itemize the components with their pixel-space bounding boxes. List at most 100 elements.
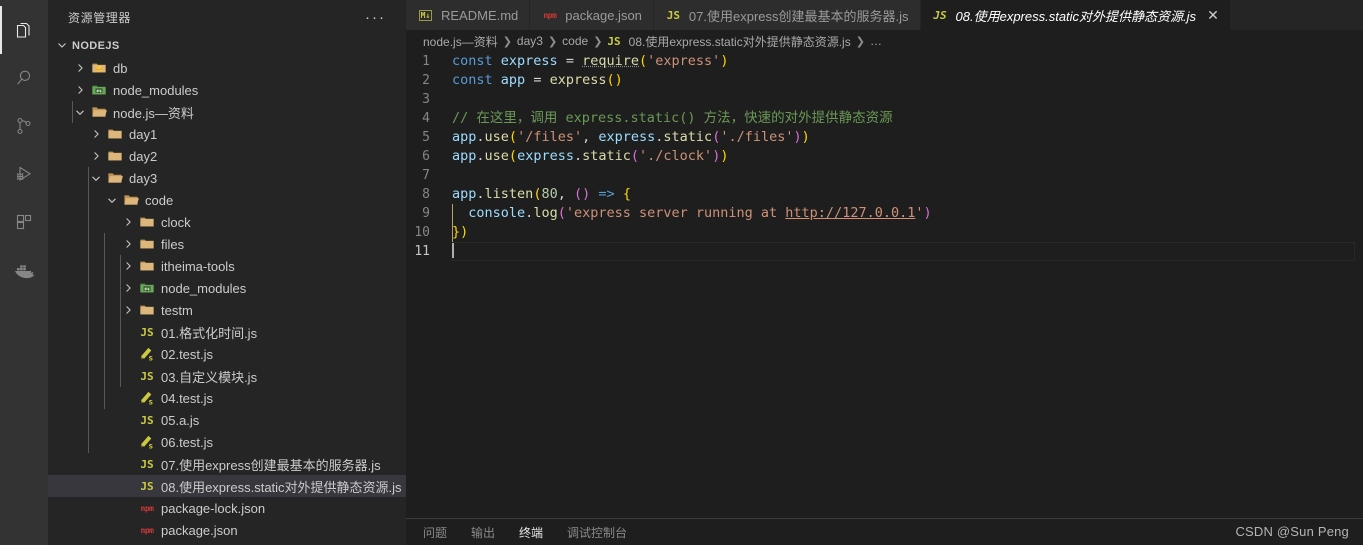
tree-file-row[interactable]: JS 08.使用express.static对外提供静态资源.js [48, 475, 406, 497]
folder-section-nodejs[interactable]: NODEJS [48, 35, 406, 57]
panel-tab-inactive[interactable]: 输出 [471, 524, 495, 541]
code-line[interactable]: 10}) [406, 223, 1363, 242]
tree-folder-row[interactable]: ppt [48, 541, 406, 545]
tree-file-row[interactable]: npm package.json [48, 519, 406, 541]
tree-folder-row[interactable]: testm [48, 299, 406, 321]
activity-item-search[interactable] [0, 54, 48, 102]
js-file-icon: JS [136, 458, 158, 471]
chevron-down-icon[interactable] [104, 194, 120, 206]
line-number: 6 [422, 149, 430, 164]
code-line[interactable]: 9 console.log('express server running at… [406, 204, 1363, 223]
chevron-right-icon[interactable] [120, 216, 136, 228]
panel-tab-active[interactable]: 终端 [519, 524, 543, 541]
folder-icon [136, 302, 158, 318]
chevron-right-icon[interactable] [88, 150, 104, 162]
code-line[interactable]: 8 app.listen(80, () => { [406, 185, 1363, 204]
js-file-icon: JS [140, 457, 154, 471]
line-number: 7 [422, 168, 430, 183]
breadcrumb-item[interactable]: 08.使用express.static对外提供静态资源.js [629, 33, 851, 50]
tree-item-label: db [113, 60, 128, 76]
more-actions-icon[interactable]: ··· [365, 10, 398, 25]
code-line-text: app.listen(80, () => { [452, 186, 631, 202]
npm-file-icon: npm [541, 11, 558, 20]
chevron-right-icon[interactable] [72, 84, 88, 96]
chevron-right-icon[interactable] [120, 304, 136, 316]
close-icon[interactable]: ✕ [1207, 8, 1219, 22]
tree-folder-row[interactable]: files [48, 233, 406, 255]
tree-file-row[interactable]: JS 07.使用express创建最基本的服务器.js [48, 453, 406, 475]
chevron-right-icon[interactable] [72, 62, 88, 74]
tree-folder-row[interactable]: code [48, 189, 406, 211]
tree-file-row[interactable]: s 02.test.js [48, 343, 406, 365]
tree-file-row[interactable]: JS 01.格式化时间.js [48, 321, 406, 343]
chevron-right-icon[interactable] [120, 282, 136, 294]
code-line[interactable]: 2 const app = express() [406, 71, 1363, 90]
editor-tab[interactable]: JS 07.使用express创建最基本的服务器.js [653, 0, 921, 30]
tree-folder-row[interactable]: day2 [48, 145, 406, 167]
panel-tab-inactive[interactable]: 问题 [423, 524, 447, 541]
code-line[interactable]: 6 app.use(express.static('./clock')) [406, 147, 1363, 166]
breadcrumb-item[interactable]: code [562, 34, 588, 48]
docker-icon [11, 259, 37, 281]
editor-tab[interactable]: npm package.json [530, 0, 654, 30]
breadcrumb[interactable]: node.js—资料 ❯ day3 ❯ code ❯ JS 08.使用express.stat… [406, 30, 1363, 52]
tree-folder-row[interactable]: day1 [48, 123, 406, 145]
tree-item-label: node.js—资料 [113, 105, 194, 121]
text-cursor [452, 242, 454, 258]
npm-folder-icon [88, 82, 110, 98]
chevron-down-icon[interactable] [72, 106, 88, 118]
js-file-icon: JS [136, 370, 158, 383]
tree-item-label: day2 [129, 148, 158, 164]
tree-item-label: package.json [161, 522, 238, 538]
code-line[interactable]: 5 app.use('/files', express.static('./fil… [406, 128, 1363, 147]
tree-folder-row[interactable]: node_modules [48, 277, 406, 299]
breadcrumb-item[interactable]: … [870, 34, 882, 48]
code-line[interactable]: 7 [406, 166, 1363, 185]
npm-folder-icon [136, 280, 158, 296]
tree-file-row[interactable]: npm package-lock.json [48, 497, 406, 519]
tree-folder-row[interactable]: day3 [48, 167, 406, 189]
breadcrumb-item[interactable]: node.js—资料 [423, 33, 498, 50]
code-line[interactable]: 4 // 在这里，调用 express.static() 方法，快速的对外提供静态… [406, 109, 1363, 128]
breadcrumb-separator-icon: ❯ [502, 35, 512, 48]
code-line[interactable]: 3 [406, 90, 1363, 109]
file-tree[interactable]: db node_modules node.js—资料 day1 day2 day3 code… [48, 57, 406, 545]
chevron-right-icon[interactable] [120, 238, 136, 250]
code-line[interactable]: 1 const express = require('express') [406, 52, 1363, 71]
line-number: 1 [422, 54, 430, 69]
tree-folder-row[interactable]: node.js—资料 [48, 101, 406, 123]
tree-item-label: node_modules [161, 280, 247, 296]
chevron-down-icon[interactable] [88, 172, 104, 184]
activity-item-run-and-debug[interactable] [0, 150, 48, 198]
watermark: CSDN @Sun Peng [1235, 524, 1349, 539]
editor-tab-active[interactable]: JS 08.使用express.static对外提供静态资源.js ✕ [920, 0, 1231, 30]
explorer-title: 资源管理器 [68, 11, 132, 25]
js-file-icon: JS [932, 9, 949, 22]
chevron-right-icon[interactable] [120, 260, 136, 272]
activity-item-docker[interactable] [0, 246, 48, 294]
tree-folder-row[interactable]: node_modules [48, 79, 406, 101]
database-folder-icon [88, 60, 110, 76]
tree-folder-row[interactable]: clock [48, 211, 406, 233]
tree-file-row[interactable]: s 06.test.js [48, 431, 406, 453]
tree-file-row[interactable]: JS 05.a.js [48, 409, 406, 431]
tree-file-row[interactable]: JS 03.自定义模块.js [48, 365, 406, 387]
tree-folder-row[interactable]: db [48, 57, 406, 79]
tree-folder-row[interactable]: itheima-tools [48, 255, 406, 277]
tree-item-label: day3 [129, 170, 158, 186]
chevron-right-icon[interactable] [88, 128, 104, 140]
code-editor[interactable]: 1 const express = require('express') 2 cons… [406, 52, 1363, 518]
breadcrumb-item[interactable]: day3 [517, 34, 543, 48]
folder-open-icon [104, 170, 126, 186]
folder-icon [136, 236, 158, 252]
activity-item-explorer[interactable] [0, 6, 48, 54]
activity-item-extensions[interactable] [0, 198, 48, 246]
tree-file-row[interactable]: s 04.test.js [48, 387, 406, 409]
editor-tab-label: package.json [565, 7, 642, 23]
panel-tab-inactive[interactable]: 调试控制台 [567, 524, 627, 541]
js-file-icon: JS [665, 9, 682, 22]
tree-item-label: 02.test.js [161, 346, 214, 362]
activity-item-source-control[interactable] [0, 102, 48, 150]
editor-tab[interactable]: M↓ README.md [406, 0, 531, 30]
code-line[interactable]: 11 [406, 242, 1363, 261]
